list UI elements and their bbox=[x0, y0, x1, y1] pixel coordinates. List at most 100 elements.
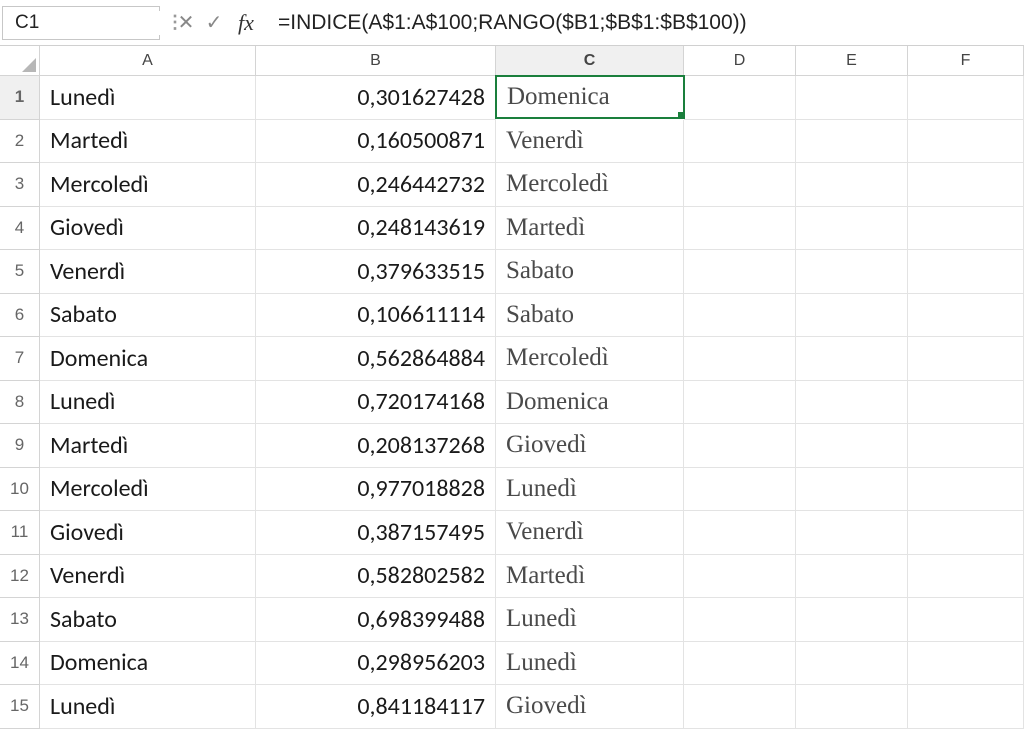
cell[interactable] bbox=[908, 511, 1024, 555]
cell[interactable]: Mercoledì bbox=[496, 163, 684, 207]
fx-icon[interactable]: fx bbox=[228, 6, 264, 40]
cell[interactable] bbox=[796, 250, 908, 294]
row-header[interactable]: 12 bbox=[0, 555, 40, 599]
cell[interactable]: 0,301627428 bbox=[256, 76, 496, 120]
cell[interactable] bbox=[684, 468, 796, 512]
row-header[interactable]: 8 bbox=[0, 381, 40, 425]
row-header[interactable]: 15 bbox=[0, 685, 40, 729]
cell[interactable] bbox=[908, 76, 1024, 120]
cell[interactable]: Giovedì bbox=[496, 424, 684, 468]
cell[interactable]: 0,562864884 bbox=[256, 337, 496, 381]
cell[interactable] bbox=[684, 250, 796, 294]
cell[interactable] bbox=[684, 120, 796, 164]
cell[interactable] bbox=[684, 555, 796, 599]
cell[interactable]: Sabato bbox=[496, 294, 684, 338]
column-header-c[interactable]: C bbox=[496, 46, 684, 76]
cell[interactable]: Giovedì bbox=[40, 207, 256, 251]
cell[interactable]: Lunedì bbox=[496, 598, 684, 642]
cell[interactable] bbox=[684, 381, 796, 425]
select-all-cell[interactable] bbox=[0, 46, 40, 76]
cell[interactable]: 0,160500871 bbox=[256, 120, 496, 164]
column-header-f[interactable]: F bbox=[908, 46, 1024, 76]
column-header-d[interactable]: D bbox=[684, 46, 796, 76]
cell[interactable] bbox=[796, 642, 908, 686]
cell[interactable] bbox=[796, 294, 908, 338]
cell[interactable]: Lunedì bbox=[496, 642, 684, 686]
cell[interactable] bbox=[684, 511, 796, 555]
cell[interactable]: Mercoledì bbox=[496, 337, 684, 381]
cell[interactable] bbox=[796, 381, 908, 425]
column-header-b[interactable]: B bbox=[256, 46, 496, 76]
cell[interactable]: Martedì bbox=[40, 424, 256, 468]
row-header[interactable]: 3 bbox=[0, 163, 40, 207]
cell[interactable] bbox=[684, 424, 796, 468]
cell[interactable] bbox=[796, 163, 908, 207]
cancel-icon[interactable]: ✕ bbox=[172, 6, 200, 40]
cell[interactable]: 0,841184117 bbox=[256, 685, 496, 729]
cell[interactable]: 0,977018828 bbox=[256, 468, 496, 512]
cell[interactable]: Martedì bbox=[496, 555, 684, 599]
row-header[interactable]: 9 bbox=[0, 424, 40, 468]
cell[interactable]: Domenica bbox=[40, 642, 256, 686]
row-header[interactable]: 4 bbox=[0, 207, 40, 251]
cell[interactable]: Lunedì bbox=[40, 381, 256, 425]
cell[interactable]: Venerdì bbox=[496, 511, 684, 555]
cell[interactable] bbox=[796, 337, 908, 381]
cell[interactable]: Domenica bbox=[495, 75, 685, 119]
cell[interactable]: Venerdì bbox=[496, 120, 684, 164]
cell[interactable] bbox=[908, 207, 1024, 251]
cell[interactable] bbox=[908, 642, 1024, 686]
cell[interactable] bbox=[796, 468, 908, 512]
cell[interactable] bbox=[796, 598, 908, 642]
cell[interactable]: 0,698399488 bbox=[256, 598, 496, 642]
row-header[interactable]: 10 bbox=[0, 468, 40, 512]
cell[interactable] bbox=[684, 76, 796, 120]
confirm-icon[interactable]: ✓ bbox=[200, 6, 228, 40]
cell[interactable]: Sabato bbox=[40, 294, 256, 338]
cell[interactable]: Lunedì bbox=[496, 468, 684, 512]
cell[interactable] bbox=[908, 381, 1024, 425]
cell[interactable] bbox=[796, 555, 908, 599]
cell[interactable]: Giovedì bbox=[40, 511, 256, 555]
cell[interactable]: 0,379633515 bbox=[256, 250, 496, 294]
row-header[interactable]: 7 bbox=[0, 337, 40, 381]
cell[interactable]: Sabato bbox=[40, 598, 256, 642]
cell[interactable]: 0,720174168 bbox=[256, 381, 496, 425]
cell[interactable] bbox=[684, 294, 796, 338]
row-header[interactable]: 1 bbox=[0, 76, 40, 120]
cell[interactable] bbox=[684, 598, 796, 642]
cell[interactable]: Lunedì bbox=[40, 685, 256, 729]
column-header-a[interactable]: A bbox=[40, 46, 256, 76]
cell[interactable] bbox=[684, 685, 796, 729]
cell[interactable] bbox=[908, 685, 1024, 729]
cell[interactable]: Domenica bbox=[496, 381, 684, 425]
cell[interactable]: Martedì bbox=[496, 207, 684, 251]
cell[interactable] bbox=[908, 163, 1024, 207]
cell[interactable]: 0,246442732 bbox=[256, 163, 496, 207]
cell[interactable] bbox=[908, 120, 1024, 164]
cell[interactable]: 0,208137268 bbox=[256, 424, 496, 468]
cell[interactable] bbox=[908, 424, 1024, 468]
column-header-e[interactable]: E bbox=[796, 46, 908, 76]
cell[interactable] bbox=[908, 598, 1024, 642]
row-header[interactable]: 14 bbox=[0, 642, 40, 686]
cell[interactable]: Sabato bbox=[496, 250, 684, 294]
cell[interactable] bbox=[796, 511, 908, 555]
cell[interactable] bbox=[908, 337, 1024, 381]
cell[interactable]: 0,298956203 bbox=[256, 642, 496, 686]
cell[interactable]: Martedì bbox=[40, 120, 256, 164]
cell[interactable]: Venerdì bbox=[40, 555, 256, 599]
cell[interactable] bbox=[684, 337, 796, 381]
cell[interactable]: 0,387157495 bbox=[256, 511, 496, 555]
cell[interactable] bbox=[796, 207, 908, 251]
cell[interactable] bbox=[796, 685, 908, 729]
row-header[interactable]: 11 bbox=[0, 511, 40, 555]
cell[interactable] bbox=[684, 207, 796, 251]
cell[interactable]: 0,248143619 bbox=[256, 207, 496, 251]
cell[interactable]: 0,582802582 bbox=[256, 555, 496, 599]
cell[interactable] bbox=[684, 163, 796, 207]
row-header[interactable]: 2 bbox=[0, 120, 40, 164]
cell[interactable]: Mercoledì bbox=[40, 163, 256, 207]
cell[interactable] bbox=[796, 424, 908, 468]
row-header[interactable]: 13 bbox=[0, 598, 40, 642]
